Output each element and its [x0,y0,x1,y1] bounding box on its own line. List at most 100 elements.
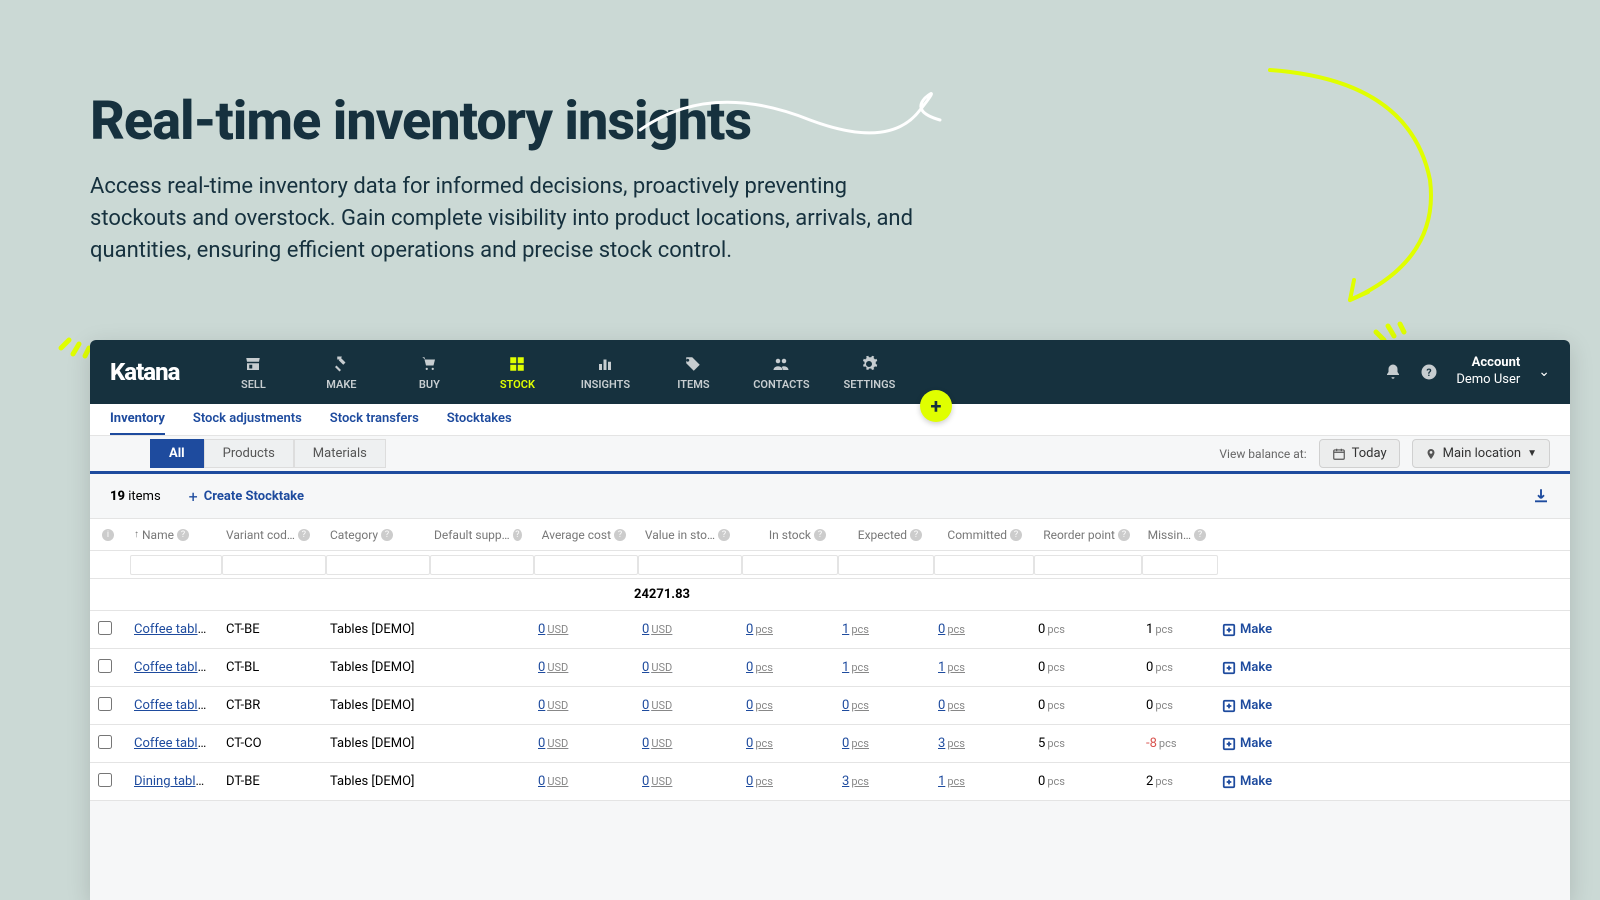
download-icon[interactable] [1532,487,1550,505]
value-in-stock[interactable]: 0USD [642,698,672,713]
expected[interactable]: 0pcs [842,736,869,751]
reorder-point: 0pcs [1030,774,1138,789]
row-checkbox[interactable] [98,697,112,711]
filter-sup[interactable] [430,555,534,575]
row-checkbox[interactable] [98,659,112,673]
nav-stock[interactable]: STOCK [473,340,561,404]
tab-materials[interactable]: Materials [294,439,386,468]
filter-mis[interactable] [1142,555,1218,575]
col-default-supplier[interactable]: Default supp…? [426,528,530,542]
filter-exp[interactable] [838,555,934,575]
account-user: Demo User [1456,372,1520,389]
col-missing[interactable]: Missin…? [1138,528,1214,542]
committed[interactable]: 0pcs [938,698,965,713]
tab-all[interactable]: All [150,439,204,468]
filter-vcode[interactable] [222,555,326,575]
notifications-icon[interactable] [1384,363,1402,381]
filter-com[interactable] [934,555,1034,575]
col-in-stock[interactable]: In stock? [738,528,834,542]
value-in-stock[interactable]: 0USD [642,622,672,637]
product-link[interactable]: Coffee table [D [134,698,218,713]
subnav-inventory[interactable]: Inventory [110,404,165,435]
make-button[interactable]: Make [1222,736,1292,751]
info-icon[interactable]: i [102,529,114,541]
nav-make[interactable]: MAKE [297,340,385,404]
col-average-cost[interactable]: Average cost? [530,528,634,542]
missing: 0pcs [1138,660,1214,675]
nav-settings[interactable]: SETTINGS [825,340,913,404]
sparkle-icon [55,320,95,360]
nav-insights[interactable]: INSIGHTS [561,340,649,404]
avg-cost[interactable]: 0USD [538,774,568,789]
subnav-stocktakes[interactable]: Stocktakes [447,404,512,435]
in-stock[interactable]: 0pcs [746,622,773,637]
filter-stk[interactable] [742,555,838,575]
col-variant-code[interactable]: Variant cod…? [218,528,322,542]
today-button[interactable]: Today [1319,439,1400,468]
filter-name[interactable] [130,555,222,575]
committed[interactable]: 1pcs [938,774,965,789]
col-committed[interactable]: Committed? [930,528,1030,542]
product-link[interactable]: Coffee table [D [134,622,218,637]
filter-avg[interactable] [534,555,638,575]
product-link[interactable]: Dining table [D [134,774,218,789]
nav-sell[interactable]: SELL [209,340,297,404]
make-button[interactable]: Make [1222,774,1292,789]
in-stock[interactable]: 0pcs [746,698,773,713]
account-menu[interactable]: Account Demo User [1456,355,1520,389]
col-reorder-point[interactable]: Reorder point? [1030,528,1138,542]
table-header: i ↑Name? Variant cod…? Category? Default… [90,519,1570,551]
product-link[interactable]: Coffee table [D [134,736,218,751]
nav-buy[interactable]: BUY [385,340,473,404]
location-button[interactable]: Main location▼ [1412,439,1550,468]
product-link[interactable]: Coffee table [D [134,660,218,675]
filter-cat[interactable] [326,555,430,575]
avg-cost[interactable]: 0USD [538,698,568,713]
expected[interactable]: 1pcs [842,660,869,675]
in-stock[interactable]: 0pcs [746,736,773,751]
value-in-stock[interactable]: 0USD [642,774,672,789]
create-stocktake-button[interactable]: +Create Stocktake [189,487,304,506]
nav-contacts[interactable]: CONTACTS [737,340,825,404]
balance-label: View balance at: [1219,447,1306,461]
expected[interactable]: 1pcs [842,622,869,637]
grid-icon [507,354,527,374]
col-value-in-stock[interactable]: Value in sto…? [634,528,738,542]
expected[interactable]: 3pcs [842,774,869,789]
variant-code: CT-BE [218,622,322,637]
avg-cost[interactable]: 0USD [538,736,568,751]
sub-nav: Inventory Stock adjustments Stock transfer… [90,404,1570,436]
row-checkbox[interactable] [98,621,112,635]
help-icon[interactable]: ? [1420,363,1438,381]
committed[interactable]: 1pcs [938,660,965,675]
in-stock[interactable]: 0pcs [746,660,773,675]
nav-items[interactable]: ITEMS [649,340,737,404]
make-button[interactable]: Make [1222,698,1292,713]
category: Tables [DEMO] [322,736,426,751]
in-stock[interactable]: 0pcs [746,774,773,789]
row-checkbox[interactable] [98,773,112,787]
svg-text:?: ? [1427,366,1432,379]
col-name[interactable]: ↑Name? [126,528,218,542]
committed[interactable]: 0pcs [938,622,965,637]
value-in-stock[interactable]: 0USD [642,660,672,675]
hero-description: Access real-time inventory data for info… [90,171,920,267]
col-expected[interactable]: Expected? [834,528,930,542]
chevron-down-icon[interactable]: ⌄ [1538,364,1550,380]
col-category[interactable]: Category? [322,528,426,542]
tab-products[interactable]: Products [204,439,294,468]
filter-rop[interactable] [1034,555,1142,575]
make-button[interactable]: Make [1222,660,1292,675]
filter-val[interactable] [638,555,742,575]
subnav-stock-transfers[interactable]: Stock transfers [330,404,419,435]
add-button[interactable]: + [920,390,952,422]
value-in-stock[interactable]: 0USD [642,736,672,751]
row-checkbox[interactable] [98,735,112,749]
expected[interactable]: 0pcs [842,698,869,713]
avg-cost[interactable]: 0USD [538,622,568,637]
subnav-stock-adjustments[interactable]: Stock adjustments [193,404,302,435]
make-button[interactable]: Make [1222,622,1292,637]
avg-cost[interactable]: 0USD [538,660,568,675]
tag-icon [683,354,703,374]
committed[interactable]: 3pcs [938,736,965,751]
